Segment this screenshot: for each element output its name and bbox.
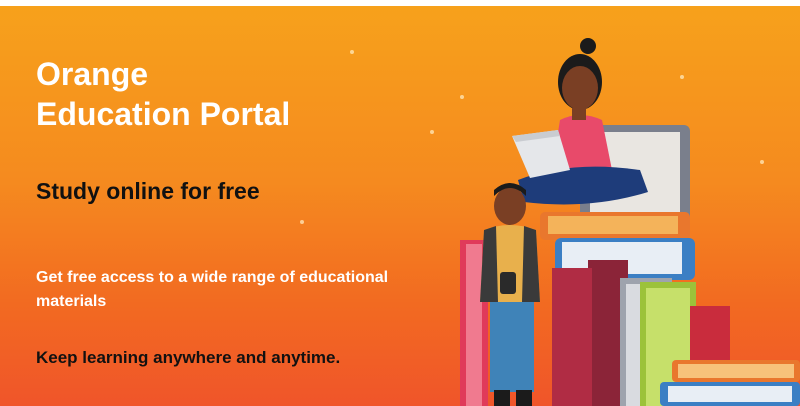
subtitle: Study online for free <box>36 178 260 204</box>
promo-banner: Orange Education Portal Study online for… <box>0 0 800 406</box>
students-on-books-illustration <box>460 38 800 406</box>
sparkle-icon <box>430 130 434 134</box>
sparkle-icon <box>300 220 304 224</box>
student-with-phone-icon <box>480 183 540 406</box>
title-line-2: Education Portal <box>36 96 291 132</box>
student-with-laptop-icon <box>512 38 648 205</box>
tagline: Keep learning anywhere and anytime. <box>36 348 341 367</box>
top-border <box>0 0 800 6</box>
description: Get free access to a wide range of educa… <box>36 269 389 310</box>
page-title: Orange Education Portal <box>36 54 290 134</box>
sparkle-icon <box>350 50 354 54</box>
title-line-1: Orange <box>36 56 149 92</box>
